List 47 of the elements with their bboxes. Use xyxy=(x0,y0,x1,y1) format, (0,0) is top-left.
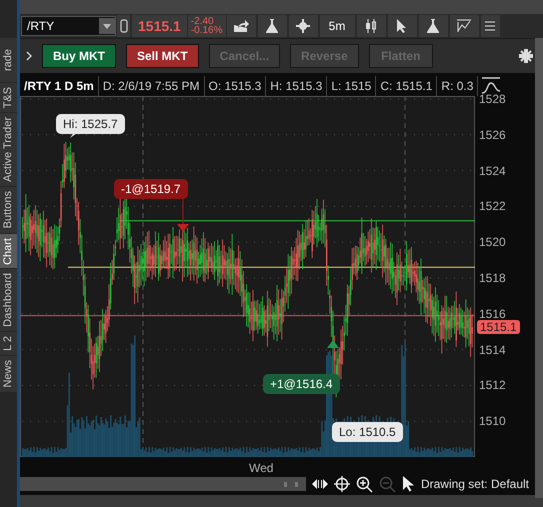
flask-icon[interactable] xyxy=(418,15,449,37)
crosshair-icon[interactable] xyxy=(334,476,350,492)
price-change: -2.40 xyxy=(190,17,214,26)
price-axis-label: 1510 xyxy=(479,414,506,428)
price-axis-label: 1512 xyxy=(479,378,506,392)
side-tab[interactable]: rade xyxy=(0,38,17,82)
drawing-set-label[interactable]: Drawing set: Default xyxy=(420,475,529,493)
price-axis-label: 1522 xyxy=(479,199,506,214)
price-axis-label: 1514 xyxy=(479,342,506,357)
menu-icon[interactable] xyxy=(480,15,501,37)
cursor-icon[interactable] xyxy=(402,476,414,492)
price-annotation: +1@1516.4 xyxy=(263,374,340,394)
price-axis-label: 1520 xyxy=(479,235,506,250)
expand-chevron-icon[interactable] xyxy=(26,51,32,61)
price-annotation: -1@1519.7 xyxy=(114,179,188,199)
side-tab[interactable]: News xyxy=(0,356,17,392)
flask-icon[interactable] xyxy=(258,15,288,37)
order-button[interactable]: Sell MKT xyxy=(126,44,199,68)
side-tab[interactable]: Dashboard xyxy=(0,269,17,332)
price-annotation: Lo: 1510.5 xyxy=(332,422,403,442)
order-button[interactable]: Buy MKT xyxy=(42,44,116,68)
side-tab[interactable]: Buttons xyxy=(0,187,17,233)
interval-button[interactable]: 5m xyxy=(320,15,356,37)
share-icon[interactable] xyxy=(226,15,257,37)
last-price: 1515.1 xyxy=(132,15,187,37)
percent-change: -0.16% xyxy=(190,26,223,35)
price-annotation: Hi: 1525.7 xyxy=(56,114,125,134)
side-tab[interactable]: T&S xyxy=(0,83,17,112)
candlestick-icon[interactable] xyxy=(356,15,387,37)
cursor-icon[interactable] xyxy=(388,15,418,37)
symbol-field[interactable]: /RTY xyxy=(21,16,116,36)
price-axis-label: 1526 xyxy=(479,128,506,142)
price-axis-label: 1518 xyxy=(479,271,506,285)
side-tab[interactable]: L 2 xyxy=(0,332,17,356)
studies-icon[interactable] xyxy=(480,77,502,95)
side-tab[interactable]: Active Trader xyxy=(0,113,17,186)
price-axis-label: 1528 xyxy=(479,92,506,106)
zoom-in-icon[interactable] xyxy=(356,476,373,492)
price-axis-label: 1524 xyxy=(479,164,506,178)
pan-arrows-icon[interactable] xyxy=(312,478,328,490)
time-axis-label: Wed xyxy=(249,460,274,477)
price-axis-label: 1516 xyxy=(479,306,506,321)
side-tab[interactable]: Chart xyxy=(0,234,17,268)
current-price-tag: 1515.1 xyxy=(477,320,520,334)
drawing-tools-icon[interactable] xyxy=(450,15,480,37)
link-icon[interactable] xyxy=(117,15,131,37)
horizontal-scrollbar[interactable] xyxy=(20,477,306,491)
